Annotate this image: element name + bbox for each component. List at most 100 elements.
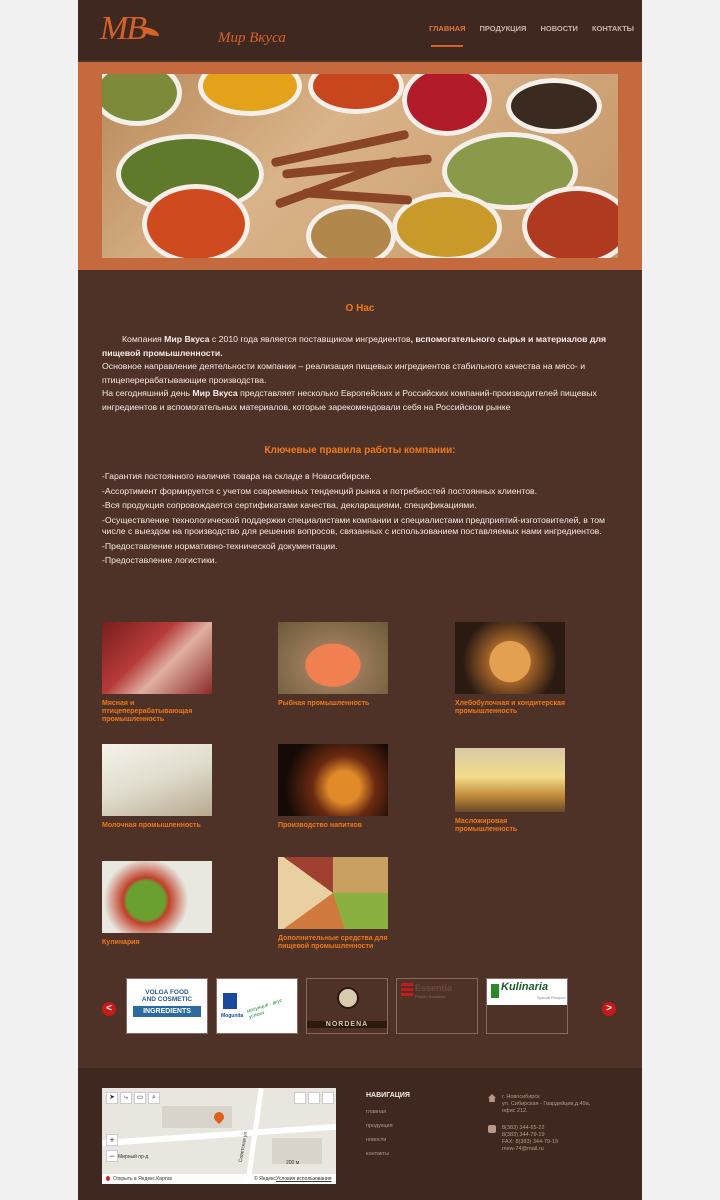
- zoom-out-button[interactable]: −: [106, 1150, 118, 1162]
- partner-logo-line: AND COSMETIC: [141, 996, 193, 1003]
- map-toolbar: ➤ ⤷ ▭ ⌕: [106, 1092, 160, 1104]
- brand-name: Мир Вкуса: [164, 334, 210, 344]
- drinks-image: [278, 744, 388, 816]
- partner-logo[interactable]: Kulinaria Special Recipes: [486, 978, 568, 1034]
- address-line: г. Новосибирск: [502, 1094, 540, 1100]
- partner-logo[interactable]: VOLGA FOOD AND COSMETIC INGREDIENTS: [126, 978, 208, 1034]
- rules-item: -Осуществление технологической поддержки…: [102, 514, 606, 537]
- mogunita-icon: [223, 993, 237, 1009]
- category-fish[interactable]: Рыбная промышленность: [278, 622, 390, 708]
- route-icon[interactable]: ⤷: [120, 1092, 132, 1104]
- footer-nav-title: НАВИГАЦИЯ: [366, 1092, 410, 1099]
- nav-item-home[interactable]: ГЛАВНАЯ: [429, 24, 465, 47]
- partner-logo[interactable]: Mogunita могунция - вкус успеха: [216, 978, 298, 1034]
- main-nav: ГЛАВНАЯ ПРОДУКЦИЯ НОВОСТИ КОНТАКТЫ: [429, 24, 634, 47]
- products-wheel-image: [278, 857, 388, 929]
- kulinaria-icon: [491, 984, 499, 998]
- about-text-span: с 2010 года является поставщиком ингреди…: [209, 334, 411, 344]
- footer-contacts: г. Новосибирск ул. Сибирская - Гвардейце…: [488, 1094, 636, 1153]
- logo[interactable]: МВ: [100, 10, 160, 47]
- header: МВ Мир Вкуса ГЛАВНАЯ ПРОДУКЦИЯ НОВОСТИ К…: [78, 0, 642, 60]
- about-paragraph-1: Компания Мир Вкуса с 2010 года является …: [102, 333, 620, 360]
- category-label: Кулинария: [102, 939, 140, 946]
- category-dairy[interactable]: Молочная промышленность: [102, 744, 214, 830]
- logo-mark: МВ: [100, 10, 147, 47]
- footer-link-contacts[interactable]: контакты: [366, 1151, 410, 1157]
- home-icon: [488, 1094, 496, 1102]
- partner-logo-line: Essentia: [415, 983, 453, 993]
- page: МВ Мир Вкуса ГЛАВНАЯ ПРОДУКЦИЯ НОВОСТИ К…: [78, 0, 642, 1200]
- partner-logo-line: Special Recipes: [537, 995, 566, 1000]
- nav-item-products[interactable]: ПРОДУКЦИЯ: [479, 24, 526, 33]
- hero-banner: [78, 62, 642, 270]
- map-layers: [294, 1092, 334, 1104]
- footer-link-products[interactable]: продукция: [366, 1123, 410, 1129]
- phone-line: 8(383) 344-65-22: [502, 1125, 545, 1131]
- about-paragraph-3: На сегодняшний день Мир Вкуса представля…: [102, 387, 620, 414]
- rules-item: -Вся продукция сопровождается сертификат…: [102, 500, 477, 510]
- category-label: Масложировая промышленность: [455, 818, 518, 833]
- address-line: ул. Сибирская - Гвардейцев,д.49а,: [502, 1101, 591, 1107]
- partner-logo-line: Mogunita: [221, 1013, 244, 1019]
- layers-icon[interactable]: [308, 1092, 320, 1104]
- dairy-image: [102, 744, 212, 816]
- rules-item: -Предоставление логистики.: [102, 555, 218, 565]
- nordena-icon: [337, 987, 359, 1009]
- phone-icon: [488, 1125, 496, 1133]
- partner-logo[interactable]: Essentia Protein Solutions: [396, 978, 478, 1034]
- category-oil-fat[interactable]: Масложировая промышленность: [455, 748, 567, 834]
- nav-item-contacts[interactable]: КОНТАКТЫ: [592, 24, 634, 33]
- category-label: Хлебобулочная и кондитерская промышленно…: [455, 700, 566, 715]
- category-label: Дополнительные средства для пищевой пром…: [278, 935, 388, 950]
- category-culinary[interactable]: Кулинария: [102, 861, 214, 947]
- partner-logo-line: Kulinaria: [501, 981, 549, 993]
- map-scale: 200 м: [286, 1160, 300, 1166]
- email-link[interactable]: mew-74@mail.ru: [502, 1146, 636, 1153]
- ruler-icon[interactable]: ▭: [134, 1092, 146, 1104]
- partner-logo-line: INGREDIENTS: [133, 1006, 201, 1017]
- category-drinks[interactable]: Производство напитков: [278, 744, 390, 830]
- rules-item: -Предоставление нормативно-технической д…: [102, 540, 338, 551]
- partner-logo-line: могунция - вкус успеха: [246, 997, 284, 1021]
- carousel-next-button[interactable]: >: [602, 1002, 616, 1016]
- logo-text: Мир Вкуса: [218, 30, 286, 46]
- footer-nav: НАВИГАЦИЯ главная продукция новости конт…: [366, 1092, 410, 1165]
- address-line: офис 212.: [502, 1108, 528, 1114]
- category-additional[interactable]: Дополнительные средства для пищевой пром…: [278, 857, 390, 951]
- partner-logo[interactable]: NORDENA: [306, 978, 388, 1034]
- rules-item: -Гарантия постоянного наличия товара на …: [102, 471, 372, 481]
- partner-logo-line: NORDENA: [307, 1021, 387, 1028]
- category-label: Молочная промышленность: [102, 822, 201, 829]
- zoom-in-button[interactable]: +: [106, 1134, 118, 1146]
- about-text-span: На сегодняшний день: [102, 388, 193, 398]
- fish-image: [278, 622, 388, 694]
- category-label: Производство напитков: [278, 822, 362, 829]
- partners-carousel: < VOLGA FOOD AND COSMETIC INGREDIENTS Mo…: [102, 978, 622, 1034]
- address-block: г. Новосибирск ул. Сибирская - Гвардейце…: [488, 1094, 636, 1115]
- fullscreen-icon[interactable]: [322, 1092, 334, 1104]
- search-icon[interactable]: ⌕: [148, 1092, 160, 1104]
- fax-line: FAX: 8(383) 344-79-19: [502, 1139, 558, 1145]
- butter-image: [455, 748, 565, 812]
- category-meat[interactable]: Мясная и птицеперерабатывающая промышлен…: [102, 622, 214, 724]
- rules-title: Ключевые правила работы компании:: [264, 445, 456, 456]
- carousel-prev-button[interactable]: <: [102, 1002, 116, 1016]
- locate-icon[interactable]: ➤: [106, 1092, 118, 1104]
- rules-item: -Ассортимент формируется с учетом соврем…: [102, 485, 538, 496]
- map-street-label: Мирный пр-д: [118, 1154, 149, 1160]
- map-terms-link[interactable]: Условия использования: [276, 1176, 332, 1182]
- category-label: Мясная и птицеперерабатывающая промышлен…: [102, 700, 193, 723]
- footer-link-home[interactable]: главная: [366, 1109, 410, 1115]
- salad-image: [102, 861, 212, 933]
- meat-image: [102, 622, 212, 694]
- yandex-map[interactable]: ➤ ⤷ ▭ ⌕ + − Мирный пр-д Советская ул 200…: [102, 1088, 336, 1184]
- footer-link-news[interactable]: новости: [366, 1137, 410, 1143]
- map-footer-bar: Открыть в Яндекс.Картах © Яндекс Условия…: [102, 1174, 336, 1184]
- about-paragraph-2: Основное направление деятельности компан…: [102, 361, 586, 385]
- category-bakery[interactable]: Хлебобулочная и кондитерская промышленно…: [455, 622, 567, 716]
- nav-item-news[interactable]: НОВОСТИ: [540, 24, 578, 33]
- spices-banner-image: [102, 74, 618, 258]
- open-in-yandex-link[interactable]: Открыть в Яндекс.Картах: [113, 1176, 172, 1182]
- about-text-span: Компания: [122, 334, 165, 344]
- traffic-icon[interactable]: [294, 1092, 306, 1104]
